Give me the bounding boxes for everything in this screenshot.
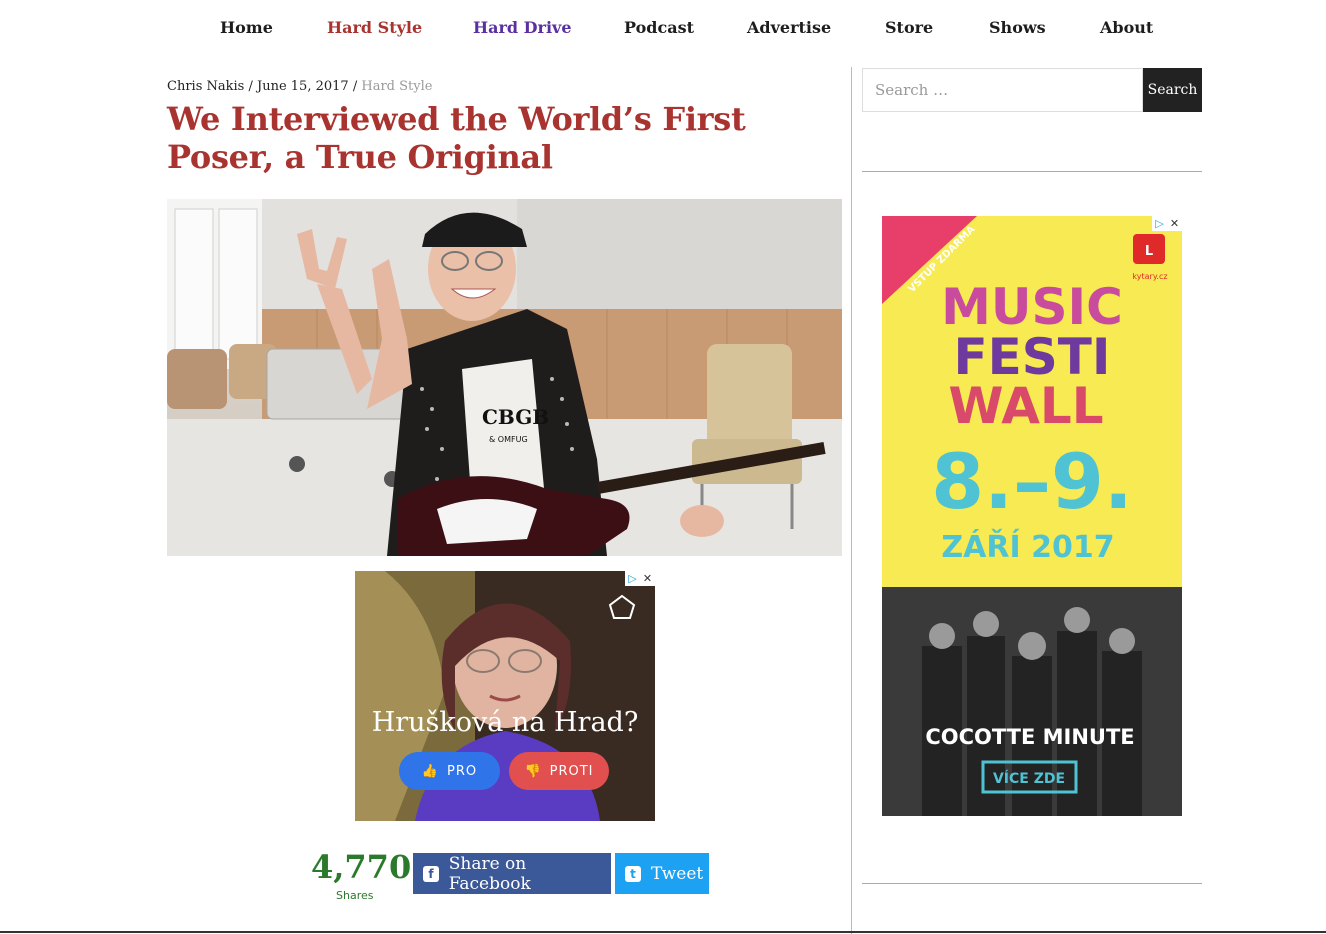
- share-count-label: Shares: [336, 889, 374, 902]
- ad-cta[interactable]: VÍCE ZDE: [993, 770, 1065, 787]
- sidebar-separator: [862, 171, 1202, 172]
- search-button[interactable]: Search: [1143, 68, 1202, 112]
- tweet-label: Tweet: [651, 863, 704, 884]
- search-input[interactable]: [862, 68, 1143, 112]
- inline-ad[interactable]: ▷ ✕ Hrušková na Hrad? 👍 PRO 👎 PROTI: [355, 571, 655, 821]
- article-title: We Interviewed the World’s First Poser, …: [167, 100, 746, 176]
- ad-month: ZÁŘÍ 2017: [941, 529, 1114, 565]
- nav-podcast[interactable]: Podcast: [624, 18, 694, 37]
- ad-headline: Hrušková na Hrad?: [371, 707, 639, 738]
- meta-separator: /: [248, 79, 253, 94]
- category-link[interactable]: Hard Style: [361, 79, 432, 94]
- article-meta: Chris Nakis / June 15, 2017 / Hard Style: [167, 79, 432, 94]
- article-date: June 15, 2017: [257, 79, 349, 94]
- author-link[interactable]: Chris Nakis: [167, 79, 244, 94]
- ad-choices[interactable]: ▷ ✕: [1152, 216, 1182, 231]
- ad-pro-label: PRO: [447, 763, 478, 779]
- sidebar-ad-art: VSTUP ZDARMA L kytary.cz MUSIC FESTI WAL…: [882, 216, 1182, 816]
- close-icon[interactable]: ✕: [640, 571, 655, 586]
- share-count: 4,770: [311, 848, 412, 886]
- inline-ad-photo: [355, 571, 655, 821]
- thumbs-up-icon: 👍: [421, 763, 440, 779]
- adchoices-icon[interactable]: ▷: [625, 571, 640, 586]
- sidebar-ad[interactable]: VSTUP ZDARMA L kytary.cz MUSIC FESTI WAL…: [882, 216, 1182, 816]
- close-icon[interactable]: ✕: [1167, 216, 1182, 231]
- nav-hard-drive[interactable]: Hard Drive: [473, 18, 572, 37]
- thumbs-down-icon: 👎: [524, 763, 542, 779]
- share-facebook-label: Share on Facebook: [448, 853, 531, 894]
- nav-store[interactable]: Store: [885, 18, 933, 37]
- sidebar-divider: [851, 67, 852, 934]
- facebook-icon: f: [423, 865, 439, 882]
- share-facebook-button[interactable]: f Share on Facebook: [413, 853, 611, 894]
- hero-illustration: CBGB & OMFUG: [167, 199, 842, 556]
- ad-dates: 8.–9.: [931, 437, 1133, 526]
- twitter-icon: t: [625, 865, 641, 882]
- nav-hard-style[interactable]: Hard Style: [327, 18, 422, 37]
- adchoices-icon[interactable]: ▷: [1152, 216, 1167, 231]
- ad-brand: kytary.cz: [1132, 272, 1167, 281]
- shirt-text: CBGB: [482, 405, 549, 429]
- ad-proti-label: PROTI: [549, 763, 594, 779]
- shirt-subtext: & OMFUG: [489, 435, 528, 444]
- ad-choices[interactable]: ▷ ✕: [625, 571, 655, 586]
- ad-pro-button[interactable]: 👍 PRO: [399, 752, 500, 790]
- hero-image: CBGB & OMFUG: [167, 199, 842, 556]
- ad-band: COCOTTE MINUTE: [925, 725, 1134, 749]
- kytary-logo-icon: L: [1145, 244, 1153, 259]
- tweet-button[interactable]: t Tweet: [615, 853, 709, 894]
- ad-title-line3: WALL: [948, 377, 1103, 435]
- sidebar-separator: [862, 883, 1202, 884]
- nav-shows[interactable]: Shows: [989, 18, 1046, 37]
- main-nav: Home Hard Style Hard Drive Podcast Adver…: [0, 0, 1326, 58]
- ad-proti-button[interactable]: 👎 PROTI: [509, 752, 609, 790]
- nav-about[interactable]: About: [1100, 18, 1153, 37]
- nav-advertise[interactable]: Advertise: [747, 18, 831, 37]
- page-bottom-border: [0, 931, 1326, 933]
- meta-separator: /: [352, 79, 358, 94]
- nav-home[interactable]: Home: [220, 18, 273, 37]
